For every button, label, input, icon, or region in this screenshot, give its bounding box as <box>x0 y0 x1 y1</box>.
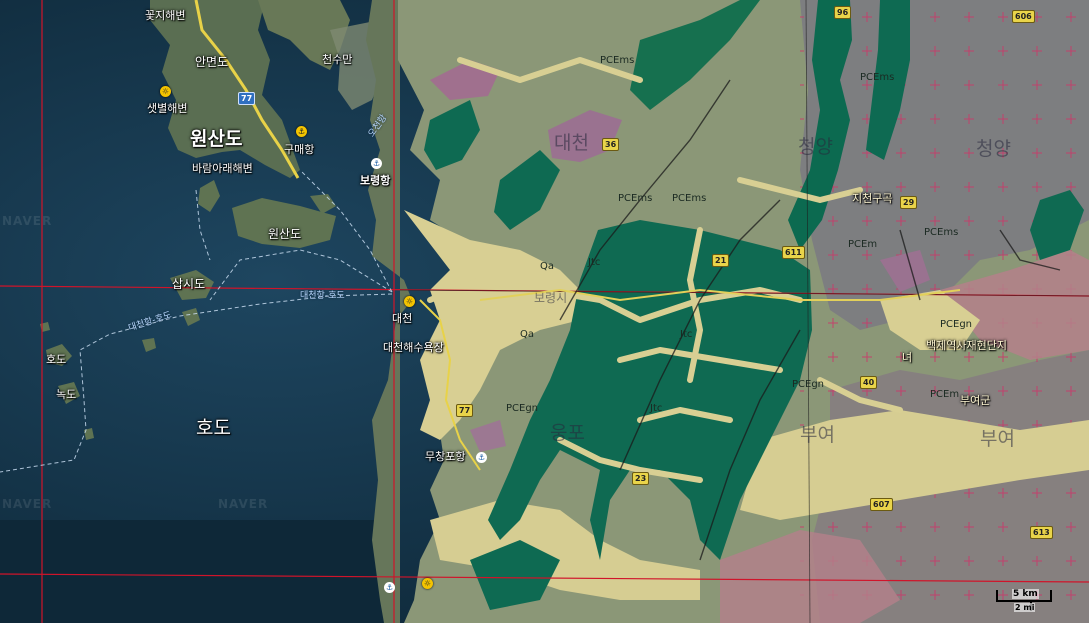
port-anchor-icon[interactable]: ⚓ <box>384 582 395 593</box>
road-shield-23[interactable]: 23 <box>632 472 650 485</box>
scale-tick-right <box>1050 590 1052 602</box>
region-label-cheongyang-2: 청양 <box>976 138 1011 160</box>
place-label-baram[interactable]: 바람아래해변 <box>192 163 253 174</box>
place-label-hodo-small[interactable]: 호도 <box>46 354 66 365</box>
place-label-muchangpo[interactable]: 무창포항 <box>425 451 465 462</box>
region-label-cheongyang-1: 청양 <box>798 136 833 158</box>
geo-unit-label: PCEms <box>924 227 959 238</box>
geo-unit-label: PCEms <box>618 193 653 204</box>
place-label-boryeong-port[interactable]: 보령항 <box>360 175 390 186</box>
road-shield-77b[interactable]: 77 <box>456 404 474 417</box>
place-label-daecheon[interactable]: 대천 <box>392 313 412 324</box>
geo-unit-label: Qa <box>520 329 534 340</box>
region-label-buyeo-2: 부여 <box>980 428 1015 450</box>
geo-unit-label: Jtc <box>650 403 663 414</box>
place-label-kkotji[interactable]: 꽃지해변 <box>145 10 185 21</box>
place-label-gumae[interactable]: 구매항 <box>284 144 314 155</box>
port-pin-icon[interactable]: ⚓ <box>296 126 307 137</box>
beach-pin-icon[interactable]: ☼ <box>422 578 433 589</box>
geologic-map-view[interactable]: NAVER NAVER NAVER 꽃지해변 안면도 천수만 샛별해변 원산도 … <box>0 0 1089 623</box>
geo-unit-label: Qa <box>540 261 554 272</box>
geo-unit-label: PCEms <box>672 193 707 204</box>
region-label-buyeo-1: 부여 <box>800 424 835 446</box>
road-shield-607[interactable]: 607 <box>870 498 893 511</box>
place-label-nokdo[interactable]: 녹도 <box>56 389 76 400</box>
road-shield-613[interactable]: 613 <box>1030 526 1053 539</box>
place-label-buyeo-gun[interactable]: 부여군 <box>960 395 990 406</box>
road-shield-611[interactable]: 611 <box>782 246 805 259</box>
port-anchor-icon[interactable]: ⚓ <box>476 452 487 463</box>
beach-pin-icon[interactable]: ☼ <box>160 86 171 97</box>
watermark-naver-2: NAVER <box>2 497 53 511</box>
geo-unit-label: PCEm <box>848 239 878 250</box>
road-shield-96[interactable]: 96 <box>834 6 852 19</box>
road-shield-77[interactable]: 77 <box>238 92 256 105</box>
scale-bar-line <box>996 600 1052 602</box>
beach-pin-icon[interactable]: ☼ <box>404 296 415 307</box>
sea-lower-left <box>0 520 390 623</box>
scale-bar: 5 km 2 mi <box>996 588 1052 612</box>
geo-unit-label: PCEms <box>600 55 635 66</box>
place-label-hodo-large[interactable]: 호도 <box>196 419 231 438</box>
road-shield-40[interactable]: 40 <box>860 376 878 389</box>
place-label-anmyeon[interactable]: 안면도 <box>195 56 228 68</box>
place-label-baekje[interactable]: 백제역사재현단지 <box>926 340 1007 351</box>
geo-unit-label: Jtc <box>680 329 693 340</box>
place-label-saetbyeol[interactable]: 샛별해변 <box>147 103 187 114</box>
geo-unit-label: PCEgn <box>506 403 539 414</box>
place-label-sapsido[interactable]: 삽시도 <box>172 278 205 290</box>
road-shield-606[interactable]: 606 <box>1012 10 1035 23</box>
road-shield-29[interactable]: 29 <box>900 196 918 209</box>
watermark-naver-1: NAVER <box>2 214 53 228</box>
geo-unit-label: PCEm <box>930 389 960 400</box>
region-label-ungpo: 웅포 <box>550 422 585 444</box>
place-label-daecheon-beach[interactable]: 대천해수욕장 <box>383 342 444 353</box>
place-label-wonsando-small[interactable]: 원산도 <box>268 228 301 240</box>
scale-km-label: 5 km <box>1012 589 1039 599</box>
geo-unit-label: PCEgn <box>792 379 825 390</box>
place-label-cheonsuman[interactable]: 천수만 <box>322 54 352 65</box>
port-anchor-icon[interactable]: ⚓ <box>371 158 382 169</box>
place-label-wonsando-large[interactable]: 원산도 <box>190 130 242 149</box>
road-shield-36[interactable]: 36 <box>602 138 620 151</box>
region-label-boryeong-city: 보령시 <box>534 291 568 305</box>
place-label-nyeo[interactable]: 녀 <box>902 352 912 363</box>
geo-unit-label: PCEms <box>860 72 895 83</box>
ferry-route-label: 대천항-호도 <box>300 291 345 301</box>
place-label-jigeon[interactable]: 지천구곡 <box>852 193 892 204</box>
geo-unit-label: PCEgn <box>940 319 973 330</box>
region-label-daecheon: 대천 <box>554 132 589 154</box>
road-shield-21[interactable]: 21 <box>712 254 730 267</box>
geo-unit-label: Jtc <box>588 257 601 268</box>
watermark-naver-3: NAVER <box>218 497 269 511</box>
scale-mi-label: 2 mi <box>1014 603 1036 612</box>
